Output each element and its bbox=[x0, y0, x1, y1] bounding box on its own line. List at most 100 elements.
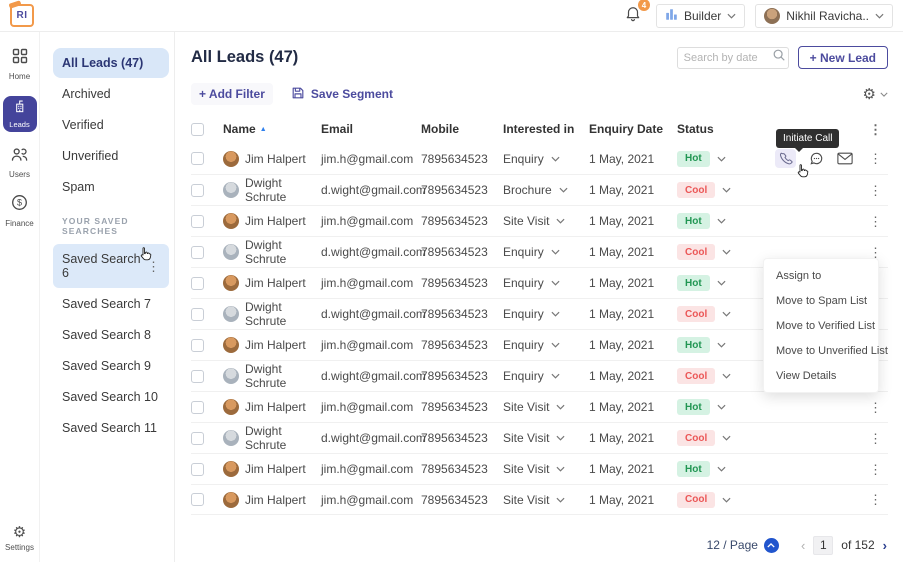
table-row[interactable]: Jim Halpert jim.h@gmail.com 7895634523 S… bbox=[191, 453, 888, 484]
sidebar-item[interactable]: Verified bbox=[53, 110, 169, 140]
column-header-status[interactable]: Status bbox=[677, 122, 753, 136]
rail-item-leads[interactable]: Leads bbox=[3, 96, 37, 132]
column-header-date[interactable]: Enquiry Date bbox=[589, 122, 677, 136]
sidebar-item[interactable]: Spam bbox=[53, 172, 169, 202]
interested-in-dropdown[interactable]: Site Visit bbox=[503, 493, 589, 507]
interested-in-dropdown[interactable]: Enquiry bbox=[503, 276, 589, 290]
row-checkbox[interactable] bbox=[191, 463, 204, 476]
row-kebab-icon[interactable]: ⋮ bbox=[866, 463, 885, 476]
saved-search-item[interactable]: Saved Search 8 ⋮ bbox=[53, 320, 169, 350]
row-kebab-icon[interactable]: ⋮ bbox=[866, 246, 885, 259]
search-icon[interactable] bbox=[772, 48, 786, 67]
status-dropdown[interactable]: Hot bbox=[677, 151, 753, 167]
interested-in-dropdown[interactable]: Enquiry bbox=[503, 338, 589, 352]
rail-item-users[interactable]: Users bbox=[9, 147, 30, 179]
row-kebab-icon[interactable]: ⋮ bbox=[866, 401, 885, 414]
row-checkbox[interactable] bbox=[191, 493, 204, 506]
row-checkbox[interactable] bbox=[191, 339, 204, 352]
lead-email: d.wight@gmail.com bbox=[321, 369, 421, 383]
saved-search-item[interactable]: Saved Search 7 ⋮ bbox=[53, 289, 169, 319]
current-page-box[interactable]: 1 bbox=[813, 536, 833, 555]
select-all-checkbox[interactable] bbox=[191, 123, 204, 136]
per-page-selector[interactable]: 12 / Page bbox=[707, 538, 779, 553]
chat-icon[interactable] bbox=[809, 151, 824, 166]
row-checkbox[interactable] bbox=[191, 370, 204, 383]
menu-item[interactable]: Move to Verified List bbox=[764, 313, 878, 338]
mail-icon[interactable] bbox=[837, 152, 853, 165]
rail-item-home[interactable]: Home bbox=[9, 48, 30, 81]
menu-item[interactable]: View Details bbox=[764, 363, 878, 388]
builder-dropdown[interactable]: Builder bbox=[656, 4, 745, 28]
menu-item[interactable]: Move to Spam List bbox=[764, 288, 878, 313]
row-checkbox[interactable] bbox=[191, 277, 204, 290]
header-kebab-icon[interactable]: ⋮ bbox=[866, 123, 885, 136]
sidebar-item[interactable]: Archived bbox=[53, 79, 169, 109]
row-kebab-icon[interactable]: ⋮ bbox=[866, 493, 885, 506]
phone-icon[interactable] bbox=[775, 149, 796, 168]
row-checkbox[interactable] bbox=[191, 152, 204, 165]
row-kebab-icon[interactable]: ⋮ bbox=[866, 184, 885, 197]
row-kebab-icon[interactable]: ⋮ bbox=[866, 215, 885, 228]
column-header-name[interactable]: Name▲ bbox=[223, 122, 321, 136]
rail-label: Users bbox=[9, 170, 30, 179]
app-logo[interactable]: RI bbox=[10, 4, 34, 27]
saved-search-item[interactable]: Saved Search 11 ⋮ bbox=[53, 413, 169, 443]
table-row[interactable]: Dwight Schrute d.wight@gmail.com 7895634… bbox=[191, 174, 888, 205]
row-checkbox[interactable] bbox=[191, 401, 204, 414]
new-lead-button[interactable]: + New Lead bbox=[798, 46, 888, 69]
prev-page-button[interactable]: ‹ bbox=[801, 538, 805, 553]
interested-in-dropdown[interactable]: Site Visit bbox=[503, 400, 589, 414]
rail-item-settings[interactable]: ⚙ Settings bbox=[5, 525, 34, 552]
status-dropdown[interactable]: Hot bbox=[677, 275, 753, 291]
sidebar-item[interactable]: All Leads (47) bbox=[53, 48, 169, 78]
interested-in-dropdown[interactable]: Site Visit bbox=[503, 214, 589, 228]
row-kebab-icon[interactable]: ⋮ bbox=[866, 152, 885, 165]
kebab-icon[interactable]: ⋮ bbox=[144, 260, 163, 273]
interested-in-dropdown[interactable]: Site Visit bbox=[503, 462, 589, 476]
table-row[interactable]: Dwight Schrute d.wight@gmail.com 7895634… bbox=[191, 422, 888, 453]
interested-in-dropdown[interactable]: Site Visit bbox=[503, 431, 589, 445]
status-dropdown[interactable]: Cool bbox=[677, 368, 753, 384]
column-header-email[interactable]: Email bbox=[321, 122, 421, 136]
row-kebab-icon[interactable]: ⋮ bbox=[866, 432, 885, 445]
status-dropdown[interactable]: Cool bbox=[677, 244, 753, 260]
table-row[interactable]: Jim Halpert jim.h@gmail.com 7895634523 S… bbox=[191, 391, 888, 422]
saved-search-item[interactable]: Saved Search 10 ⋮ bbox=[53, 382, 169, 412]
add-filter-button[interactable]: + Add Filter bbox=[191, 83, 273, 105]
status-dropdown[interactable]: Cool bbox=[677, 492, 753, 508]
rail-item-finance[interactable]: $ Finance bbox=[5, 194, 33, 228]
row-checkbox[interactable] bbox=[191, 246, 204, 259]
menu-item[interactable]: Move to Unverified List bbox=[764, 338, 878, 363]
lead-mobile: 7895634523 bbox=[421, 152, 503, 166]
status-dropdown[interactable]: Cool bbox=[677, 182, 753, 198]
search-input[interactable] bbox=[684, 52, 768, 64]
table-row[interactable]: Jim Halpert jim.h@gmail.com 7895634523 S… bbox=[191, 205, 888, 236]
save-segment-button[interactable]: Save Segment bbox=[291, 86, 393, 103]
status-dropdown[interactable]: Cool bbox=[677, 306, 753, 322]
interested-in-dropdown[interactable]: Enquiry bbox=[503, 307, 589, 321]
next-page-button[interactable]: › bbox=[883, 538, 887, 553]
status-dropdown[interactable]: Hot bbox=[677, 461, 753, 477]
menu-item[interactable]: Assign to bbox=[764, 263, 878, 288]
column-header-interested[interactable]: Interested in bbox=[503, 122, 589, 136]
status-dropdown[interactable]: Hot bbox=[677, 337, 753, 353]
interested-in-dropdown[interactable]: Enquiry bbox=[503, 152, 589, 166]
notifications-button[interactable]: 4 bbox=[620, 2, 646, 29]
row-checkbox[interactable] bbox=[191, 308, 204, 321]
sidebar-item[interactable]: Unverified bbox=[53, 141, 169, 171]
table-settings-button[interactable]: ⚙ bbox=[863, 87, 888, 102]
column-header-mobile[interactable]: Mobile bbox=[421, 122, 503, 136]
row-checkbox[interactable] bbox=[191, 184, 204, 197]
user-menu[interactable]: Nikhil Ravicha.. bbox=[755, 4, 893, 28]
row-checkbox[interactable] bbox=[191, 215, 204, 228]
status-dropdown[interactable]: Hot bbox=[677, 399, 753, 415]
table-row[interactable]: Jim Halpert jim.h@gmail.com 7895634523 S… bbox=[191, 484, 888, 515]
interested-in-dropdown[interactable]: Enquiry bbox=[503, 245, 589, 259]
interested-in-dropdown[interactable]: Brochure bbox=[503, 183, 589, 197]
saved-search-item[interactable]: Saved Search 9 ⋮ bbox=[53, 351, 169, 381]
interested-in-dropdown[interactable]: Enquiry bbox=[503, 369, 589, 383]
status-dropdown[interactable]: Cool bbox=[677, 430, 753, 446]
status-dropdown[interactable]: Hot bbox=[677, 213, 753, 229]
saved-search-item[interactable]: Saved Search 6 ⋮ bbox=[53, 244, 169, 288]
row-checkbox[interactable] bbox=[191, 432, 204, 445]
